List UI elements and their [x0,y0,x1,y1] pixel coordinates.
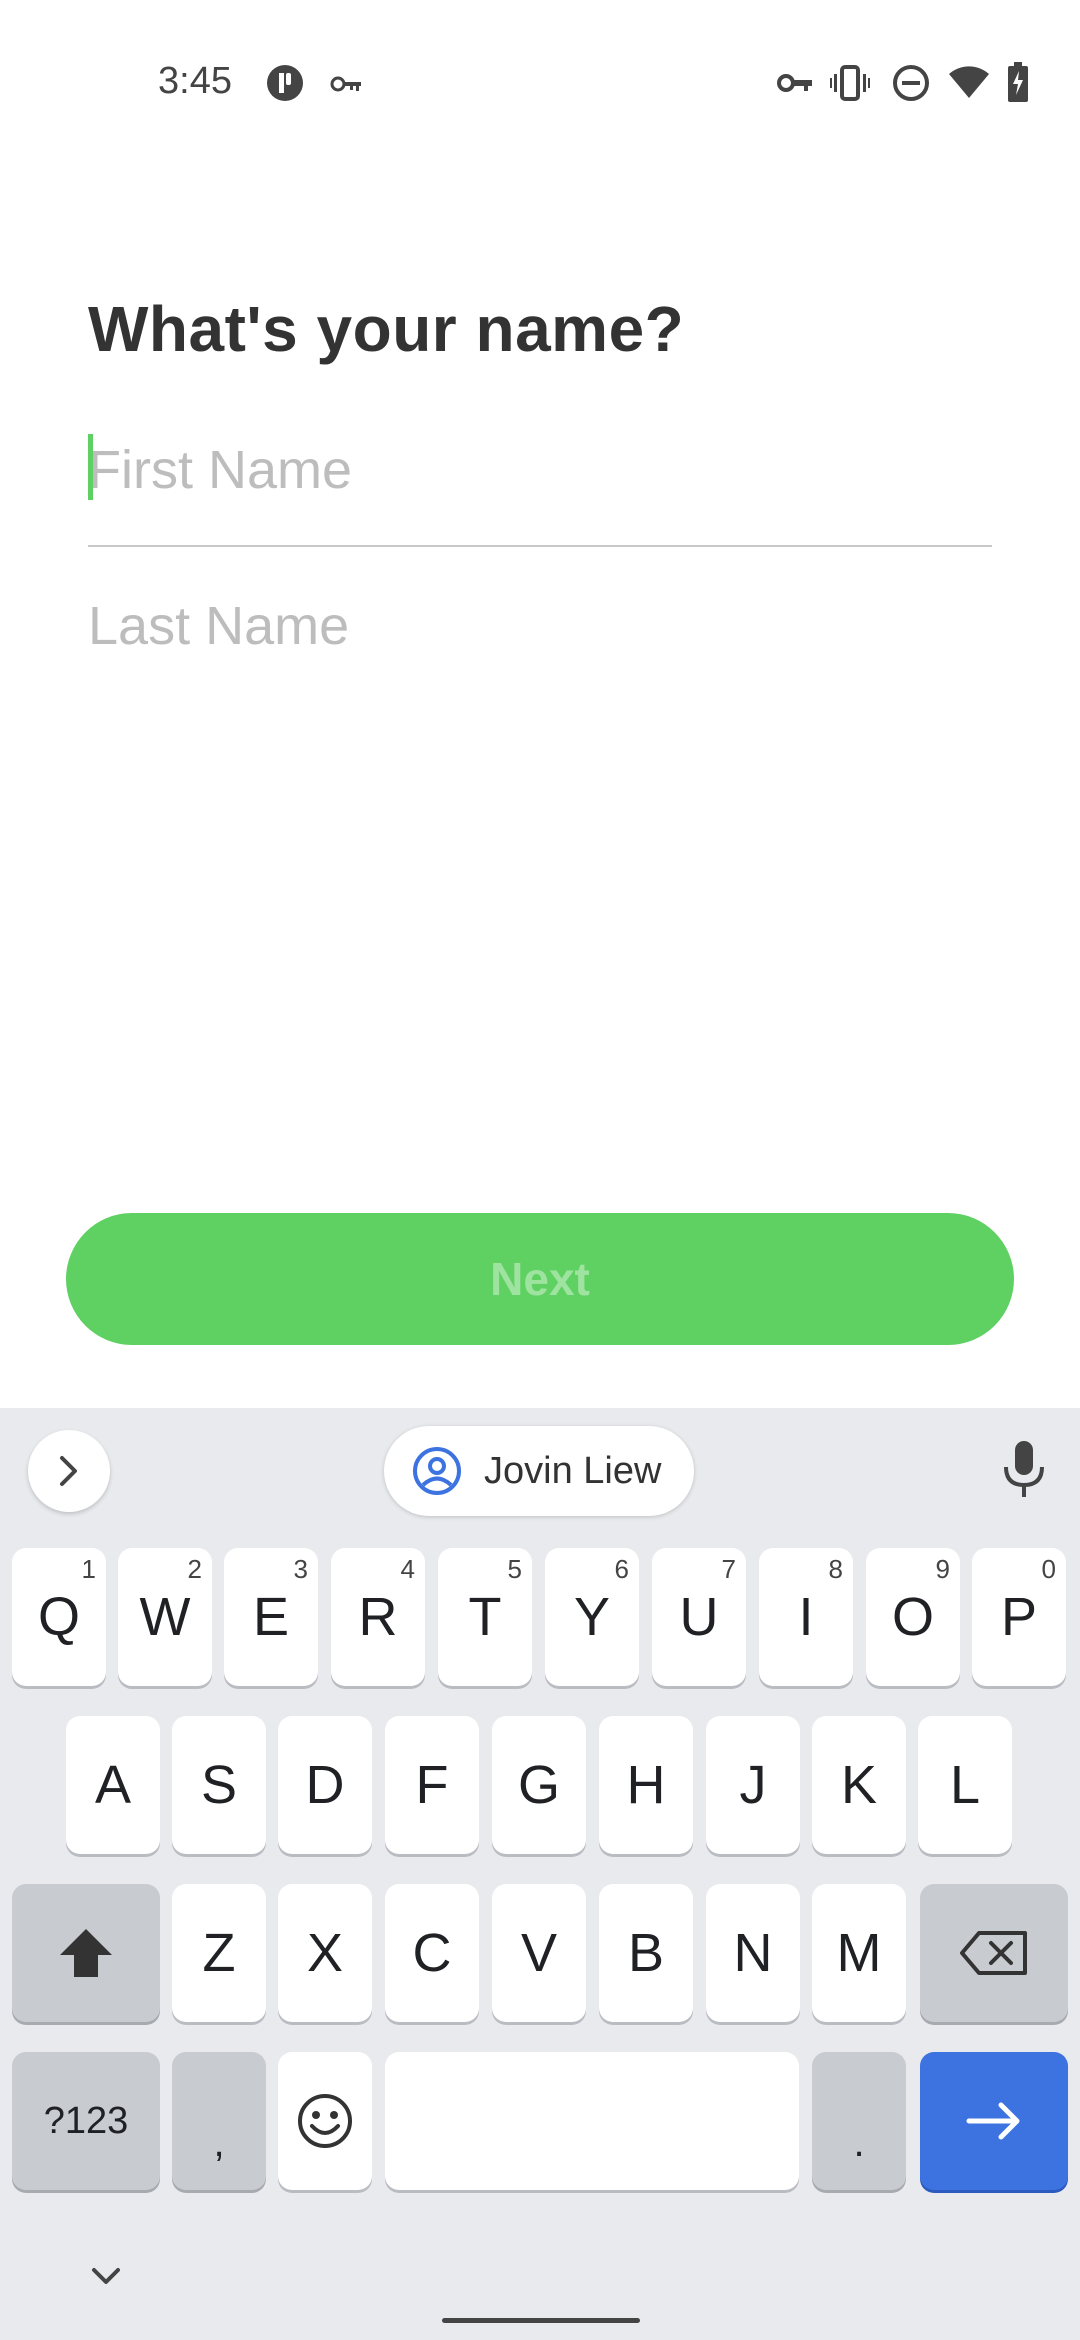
key-hint: 1 [81,1554,96,1584]
text-cursor [88,434,93,500]
key-label: P [1000,1587,1038,1647]
backspace-key[interactable] [920,1884,1068,2022]
microphone-icon [1004,1441,1044,1497]
key-e[interactable]: E3 [224,1548,318,1686]
account-circle-icon [413,1447,461,1495]
enter-next-key[interactable] [920,2052,1068,2190]
key-hint: 7 [721,1554,736,1584]
key-icon [330,72,364,96]
page-title: What's your name? [88,293,685,365]
key-label: Y [573,1587,611,1647]
app-notification-icon [266,64,304,102]
key-c[interactable]: C [385,1884,479,2022]
key-q[interactable]: Q1 [12,1548,106,1686]
gesture-navigation-bar[interactable] [442,2318,640,2323]
key-hint: 6 [614,1554,629,1584]
space-key[interactable] [385,2052,799,2190]
key-w[interactable]: W2 [118,1548,212,1686]
key-k[interactable]: K [812,1716,906,1854]
do-not-disturb-icon [892,64,930,102]
key-hint: 0 [1041,1554,1056,1584]
voice-input-button[interactable] [998,1438,1050,1502]
first-name-underline [88,545,992,547]
key-hint: 2 [187,1554,202,1584]
vibrate-icon [830,64,870,102]
symbols-key[interactable]: ?123 [12,2052,160,2190]
key-r[interactable]: R4 [331,1548,425,1686]
key-label: W [139,1587,191,1647]
key-m[interactable]: M [812,1884,906,2022]
key-t[interactable]: T5 [438,1548,532,1686]
status-time: 3:45 [158,60,232,102]
key-g[interactable]: G [492,1716,586,1854]
key-i[interactable]: I8 [759,1548,853,1686]
status-bar: 3:45 [0,0,1080,170]
key-b[interactable]: B [599,1884,693,2022]
key-d[interactable]: D [278,1716,372,1854]
backspace-icon [960,1931,1027,1975]
wifi-icon [948,64,990,100]
key-label: I [798,1587,814,1647]
key-f[interactable]: F [385,1716,479,1854]
key-u[interactable]: U7 [652,1548,746,1686]
last-name-input[interactable] [88,586,992,666]
key-s[interactable]: S [172,1716,266,1854]
keyboard-menu-toggle[interactable] [28,1430,110,1512]
key-v[interactable]: V [492,1884,586,2022]
battery-charging-icon [1006,62,1030,102]
key-hint: 8 [828,1554,843,1584]
arrow-right-icon [966,2102,1020,2140]
key-h[interactable]: H [599,1716,693,1854]
key-label: Q [37,1587,80,1647]
key-hint: 5 [507,1554,522,1584]
key-label: O [891,1587,934,1647]
period-key[interactable]: . [812,2052,906,2190]
key-o[interactable]: O9 [866,1548,960,1686]
key-label: R [358,1587,398,1647]
key-hint: 9 [935,1554,950,1584]
key-label: E [252,1587,290,1647]
key-label: U [679,1587,719,1647]
suggestion-label: Jovin Liew [484,1449,662,1492]
key-label: T [468,1587,502,1647]
vpn-key-icon [776,68,814,98]
chevron-down-icon[interactable] [86,2262,126,2290]
next-button[interactable]: Next [66,1213,1014,1345]
emoji-key[interactable] [278,2052,372,2190]
chevron-right-icon [60,1456,77,1486]
key-p[interactable]: P0 [972,1548,1066,1686]
key-a[interactable]: A [66,1716,160,1854]
key-x[interactable]: X [278,1884,372,2022]
key-l[interactable]: L [918,1716,1012,1854]
key-z[interactable]: Z [172,1884,266,2022]
key-j[interactable]: J [706,1716,800,1854]
comma-key[interactable]: , [172,2052,266,2190]
key-y[interactable]: Y6 [545,1548,639,1686]
shift-key[interactable] [12,1884,160,2022]
first-name-input[interactable] [88,430,992,510]
key-hint: 4 [400,1554,415,1584]
emoji-icon [298,2094,352,2148]
key-hint: 3 [293,1554,308,1584]
key-n[interactable]: N [706,1884,800,2022]
shift-icon [60,1929,112,1977]
contact-suggestion-chip[interactable]: Jovin Liew [384,1426,694,1516]
